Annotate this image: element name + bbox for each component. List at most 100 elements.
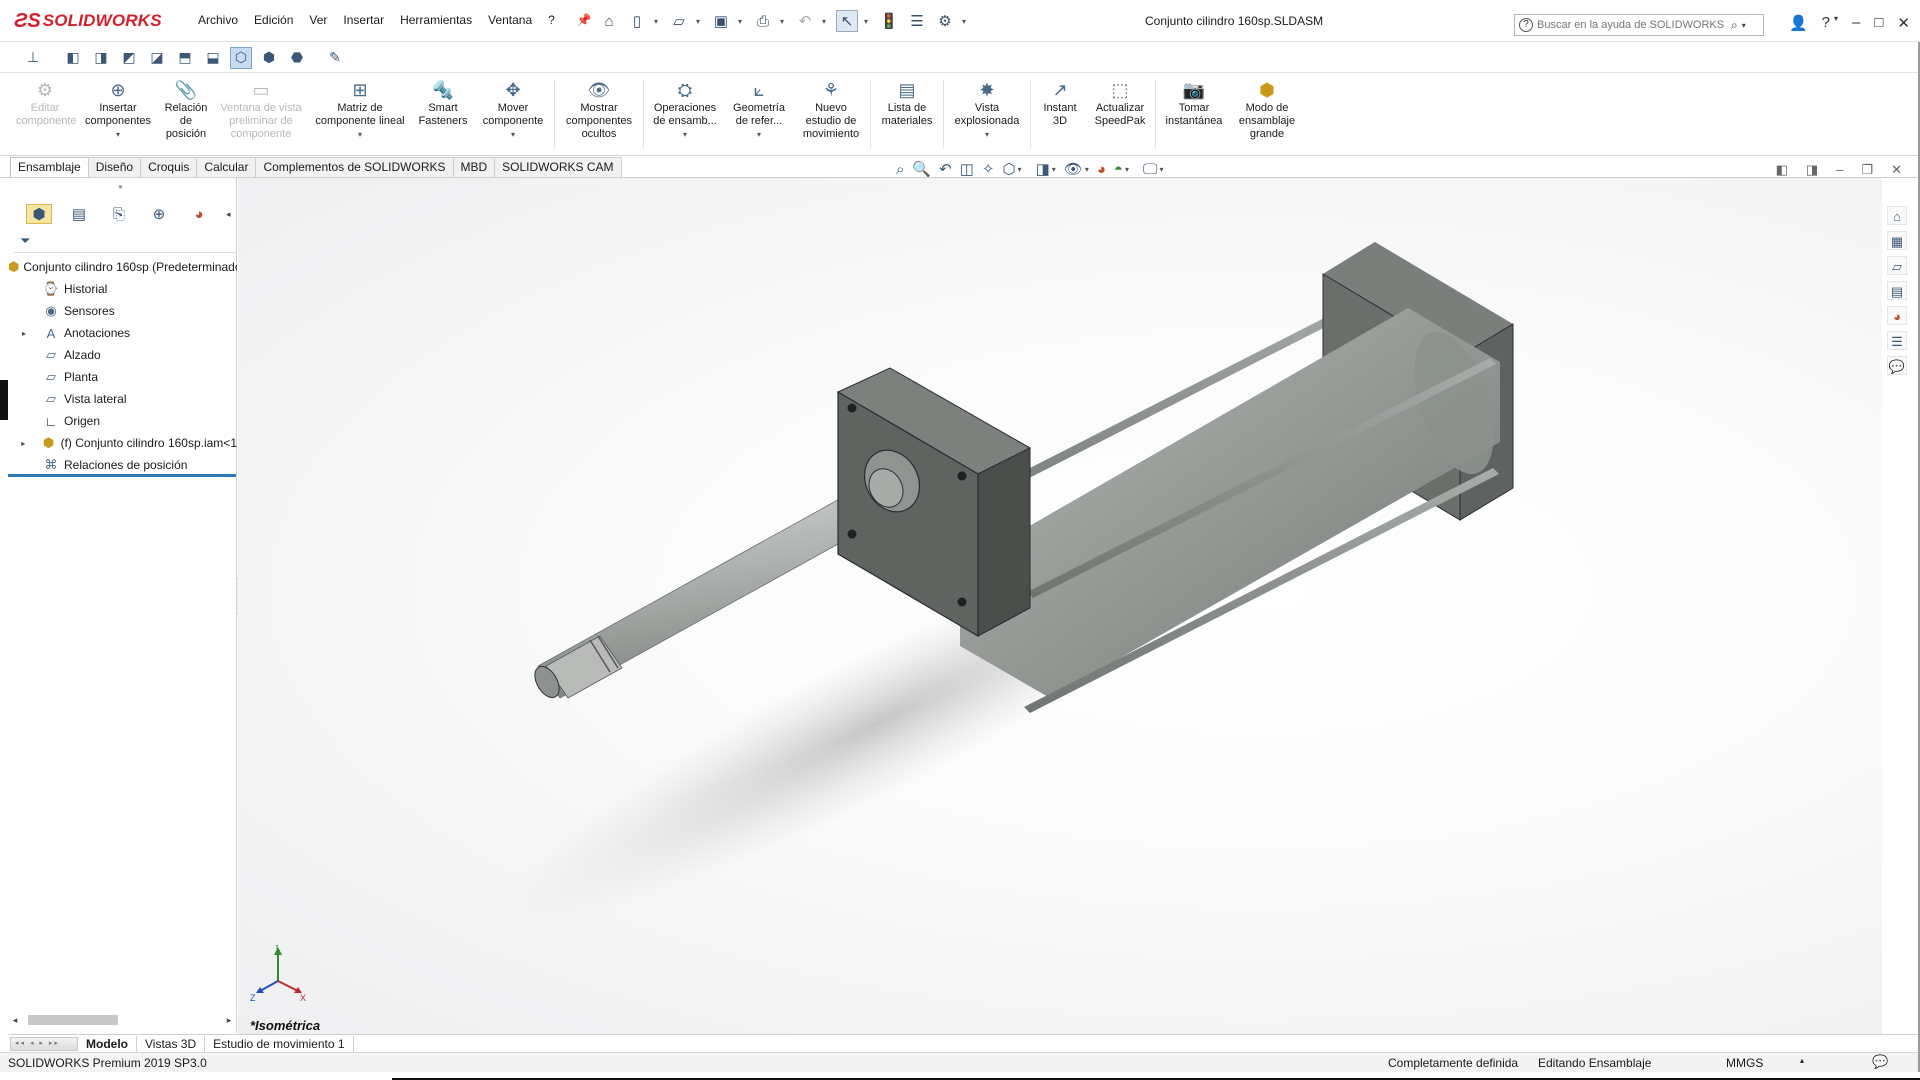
assembly-features-dropdown-icon[interactable]: ▾ (683, 130, 687, 139)
viewport-restore-icon[interactable]: ❐ (1861, 162, 1873, 178)
apply-scene-dropdown-icon[interactable]: ▾ (1125, 165, 1129, 174)
minimize-icon[interactable]: – (1852, 14, 1860, 32)
unit-system[interactable]: MMGS (1726, 1056, 1763, 1070)
split-right-icon[interactable]: ◨ (1806, 162, 1818, 178)
update-speedpak-button[interactable]: ⬚ Actualizar SpeedPak (1087, 74, 1153, 155)
right-view-icon[interactable]: ◪ (146, 47, 168, 69)
appearances-icon[interactable]: ◕ (1887, 306, 1907, 325)
mate-button[interactable]: 📎 Relación de posición (158, 74, 214, 155)
quick-tips-icon[interactable]: 💬 (1872, 1054, 1888, 1070)
scroll-right-icon[interactable]: ▸ (222, 1015, 236, 1026)
scroll-left-icon[interactable]: ◂ (8, 1015, 22, 1026)
tab-modelo[interactable]: Modelo (78, 1035, 137, 1052)
tab-estudio-movimiento[interactable]: Estudio de movimiento 1 (205, 1035, 354, 1052)
display-manager-tab-icon[interactable]: ◕ (186, 206, 212, 223)
menu-insertar[interactable]: Insertar (335, 13, 392, 27)
menu-ver[interactable]: Ver (301, 13, 335, 27)
hide-show-dropdown-icon[interactable]: ▾ (1085, 165, 1089, 174)
file-explorer-icon[interactable]: ▱ (1887, 256, 1907, 275)
tab-vistas-3d[interactable]: Vistas 3D (137, 1035, 206, 1052)
move-component-dropdown-icon[interactable]: ▾ (511, 130, 515, 139)
options-dropdown-icon[interactable]: ▾ (962, 17, 970, 26)
tree-root[interactable]: ⬢ Conjunto cilindro 160sp (Predeterminad… (8, 256, 237, 278)
user-icon[interactable]: 👤 (1789, 14, 1808, 32)
scroll-thumb[interactable] (28, 1015, 118, 1025)
reference-geometry-button[interactable]: ⟀ Geometría de refer... ▾ (724, 74, 794, 155)
options-gear-icon[interactable]: ⚙ (934, 10, 956, 32)
tab-complementos[interactable]: Complementos de SOLIDWORKS (255, 157, 454, 177)
new-motion-study-button[interactable]: ⚘ Nuevo estudio de movimiento (794, 74, 868, 155)
view-settings-dropdown-icon[interactable]: ▾ (1159, 165, 1163, 174)
tree-item-sensores[interactable]: ◉ Sensores (8, 300, 237, 322)
view-settings-icon[interactable]: 🖵 (1143, 161, 1157, 178)
undo-icon[interactable]: ↶ (794, 10, 816, 32)
edit-appearance-icon[interactable]: ◕ (1097, 161, 1106, 178)
save-dropdown-icon[interactable]: ▾ (738, 17, 746, 26)
view-palette-icon[interactable]: ▤ (1887, 281, 1907, 300)
open-folder-icon[interactable]: ▱ (668, 10, 690, 32)
large-assembly-button[interactable]: ⬢ Modo de ensamblaje grande (1230, 74, 1304, 155)
take-snapshot-button[interactable]: 📷 Tomar instantánea (1158, 74, 1230, 155)
linear-pattern-dropdown-icon[interactable]: ▾ (358, 130, 362, 139)
tree-filter[interactable]: ⏷ (14, 233, 236, 253)
left-view-icon[interactable]: ◩ (118, 47, 140, 69)
tree-item-alzado[interactable]: ▱ Alzado (8, 344, 237, 366)
rebuild-icon[interactable]: 🚦 (878, 10, 900, 32)
previous-view-icon[interactable]: ↶ (939, 160, 952, 178)
solidworks-logo[interactable]: ƧS SOLIDWORKS (14, 8, 162, 34)
home-icon[interactable]: ⌂ (598, 10, 620, 32)
design-library-icon[interactable]: ▦ (1887, 231, 1907, 250)
hide-show-items-icon[interactable]: 👁 (1064, 160, 1083, 178)
reference-geometry-dropdown-icon[interactable]: ▾ (757, 130, 761, 139)
help-search-input[interactable] (1537, 19, 1727, 31)
help-search-box[interactable]: ? ⌕ ▾ (1514, 14, 1764, 36)
view-selector-icon[interactable]: ✎ (324, 47, 346, 69)
smart-fasteners-button[interactable]: 🔩 Smart Fasteners (412, 74, 474, 155)
tab-mbd[interactable]: MBD (452, 157, 496, 177)
tab-ensamblaje[interactable]: Ensamblaje (10, 157, 89, 177)
save-icon[interactable]: ▣ (710, 10, 732, 32)
feature-manager-tab-icon[interactable]: ⬢ (26, 204, 52, 224)
dimxpert-tab-icon[interactable]: ⊕ (146, 205, 172, 223)
expand-icon[interactable]: ▸ (18, 439, 29, 448)
search-dropdown-icon[interactable]: ▾ (1742, 21, 1746, 30)
close-icon[interactable]: ✕ (1897, 14, 1910, 32)
dimetric-view-icon[interactable]: ⬣ (286, 47, 308, 69)
back-view-icon[interactable]: ◨ (90, 47, 112, 69)
isometric-view-icon[interactable]: ⬡ (230, 46, 252, 69)
tree-item-relaciones[interactable]: ⌘ Relaciones de posición (8, 454, 237, 476)
viewport-close-icon[interactable]: ✕ (1891, 162, 1902, 178)
pin-menu-icon[interactable]: 📌 (569, 13, 600, 27)
instant3d-button[interactable]: ↗ Instant 3D (1033, 74, 1087, 155)
tree-item-origen[interactable]: ∟ Origen (8, 410, 237, 432)
normal-to-icon[interactable]: ⊥ (22, 47, 44, 69)
view-orientation-icon[interactable]: ⬡ (1002, 160, 1015, 178)
move-component-button[interactable]: ✥ Mover componente ▾ (474, 74, 552, 155)
viewport-minimize-icon[interactable]: – (1836, 162, 1843, 178)
show-hidden-button[interactable]: 👁 Mostrar componentes ocultos (557, 74, 641, 155)
undo-dropdown-icon[interactable]: ▾ (822, 17, 830, 26)
display-style-icon[interactable]: ◨ (1036, 160, 1050, 178)
print-dropdown-icon[interactable]: ▾ (780, 17, 788, 26)
tab-navigation-arrows[interactable]: ◂◂ ◂ ▸ ▸▸ (10, 1036, 78, 1051)
apply-scene-icon[interactable]: ◓ (1114, 161, 1123, 178)
property-manager-tab-icon[interactable]: ▤ (66, 205, 92, 223)
dynamic-annotation-icon[interactable]: ✧ (982, 160, 995, 178)
panel-grip[interactable]: ● (118, 182, 123, 191)
tab-croquis[interactable]: Croquis (140, 157, 198, 177)
open-dropdown-icon[interactable]: ▾ (696, 17, 704, 26)
trimetric-view-icon[interactable]: ⬢ (258, 47, 280, 69)
menu-archivo[interactable]: Archivo (190, 13, 246, 27)
view-orientation-dropdown-icon[interactable]: ▾ (1018, 165, 1022, 174)
zoom-to-fit-icon[interactable]: ⌕ (896, 161, 904, 178)
cylinder-model[interactable] (238, 178, 1882, 1034)
custom-properties-icon[interactable]: ☰ (1887, 331, 1907, 350)
tab-solidworks-cam[interactable]: SOLIDWORKS CAM (494, 157, 622, 177)
tab-diseno[interactable]: Diseño (87, 157, 142, 177)
exploded-view-button[interactable]: ✸ Vista explosionada ▾ (946, 74, 1028, 155)
bill-of-materials-button[interactable]: ▤ Lista de materiales (873, 74, 941, 155)
print-icon[interactable]: ⎙ (752, 10, 774, 32)
configuration-manager-tab-icon[interactable]: ⎘ (106, 206, 132, 223)
graphics-area[interactable] (238, 178, 1882, 1034)
scroll-track[interactable] (22, 1014, 222, 1026)
